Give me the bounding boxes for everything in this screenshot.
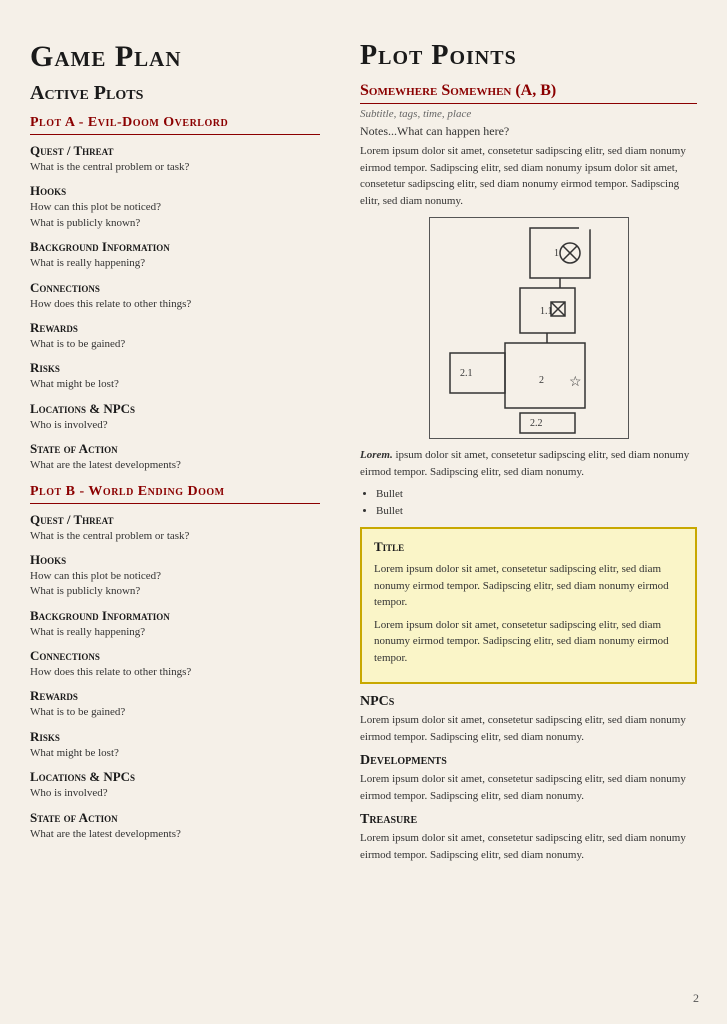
plot-a-item-3: Connections How does this relate to othe… [30,280,320,312]
svg-text:2.2: 2.2 [530,418,543,429]
map-container: 1 1.1 2 2.1 2.2 ☆ [429,217,629,439]
bullet-item-0: Bullet [376,486,697,503]
plot-b-body-6: Who is involved? [30,786,320,801]
svg-text:☆: ☆ [569,375,582,390]
plot-b-body-1: How can this plot be noticed?What is pub… [30,569,320,600]
plot-b-label-2: Background Information [30,608,320,624]
plot-a-label-2: Background Information [30,239,320,255]
plot-a-body-3: How does this relate to other things? [30,297,320,312]
callout-title: Title [374,539,683,555]
plot-b-label-7: State of Action [30,810,320,826]
plot-a-body-5: What might be lost? [30,377,320,392]
svg-text:2.1: 2.1 [460,368,473,379]
plot-b-item-7: State of Action What are the latest deve… [30,810,320,842]
plot-b-label-5: Risks [30,729,320,745]
caption-body: ipsum dolor sit amet, consetetur sadipsc… [360,449,689,478]
plot-b-item-1: Hooks How can this plot be noticed?What … [30,552,320,600]
plot-b-label-0: Quest / Threat [30,512,320,528]
map-svg: 1 1.1 2 2.1 2.2 ☆ [430,218,630,438]
plot-a-item-7: State of Action What are the latest deve… [30,441,320,473]
plot-a-item-4: Rewards What is to be gained? [30,320,320,352]
plot-a-body-4: What is to be gained? [30,337,320,352]
plot-a-item-0: Quest / Threat What is the central probl… [30,143,320,175]
location-title: Somewhere Somewhen (A, B) [360,82,697,104]
plot-b-body-7: What are the latest developments? [30,827,320,842]
left-column: Game Plan Active Plots Plot A - Evil-Doo… [30,40,340,984]
plot-a-item-6: Locations & NPCs Who is involved? [30,401,320,433]
npcs-section: NPCs Lorem ipsum dolor sit amet, consete… [360,694,697,745]
plot-b-item-5: Risks What might be lost? [30,729,320,761]
svg-text:1: 1 [554,248,559,259]
plot-b-label-6: Locations & NPCs [30,769,320,785]
callout-para-1: Lorem ipsum dolor sit amet, consetetur s… [374,561,683,611]
callout-box: Title Lorem ipsum dolor sit amet, conset… [360,527,697,684]
plot-a-label-5: Risks [30,360,320,376]
plot-b-body-5: What might be lost? [30,746,320,761]
plot-b-item-6: Locations & NPCs Who is involved? [30,769,320,801]
page: Game Plan Active Plots Plot A - Evil-Doo… [0,0,727,1024]
developments-label: Developments [360,753,697,769]
plot-b-label-1: Hooks [30,552,320,568]
location-subtitle: Subtitle, tags, time, place [360,108,697,120]
npcs-label: NPCs [360,694,697,710]
npcs-body: Lorem ipsum dolor sit amet, consetetur s… [360,712,697,745]
location-block: Somewhere Somewhen (A, B) Subtitle, tags… [360,82,697,209]
svg-text:2: 2 [539,375,544,386]
plot-a-body-1: How can this plot be noticed?What is pub… [30,200,320,231]
plot-b-item-0: Quest / Threat What is the central probl… [30,512,320,544]
plot-a-item-5: Risks What might be lost? [30,360,320,392]
plot-a-label-7: State of Action [30,441,320,457]
developments-section: Developments Lorem ipsum dolor sit amet,… [360,753,697,804]
plot-b-block: Plot B - World Ending Doom Quest / Threa… [30,484,320,843]
plot-b-item-3: Connections How does this relate to othe… [30,648,320,680]
location-body: Lorem ipsum dolor sit amet, consetetur s… [360,143,697,209]
plot-a-item-1: Hooks How can this plot be noticed?What … [30,183,320,231]
plot-b-body-2: What is really happening? [30,625,320,640]
treasure-section: Treasure Lorem ipsum dolor sit amet, con… [360,812,697,863]
plot-a-body-2: What is really happening? [30,256,320,271]
plot-points-title: Plot Points [360,40,697,72]
plot-a-label-4: Rewards [30,320,320,336]
plot-b-body-0: What is the central problem or task? [30,529,320,544]
developments-body: Lorem ipsum dolor sit amet, consetetur s… [360,771,697,804]
callout-para-2: Lorem ipsum dolor sit amet, consetetur s… [374,617,683,667]
map-caption: Lorem. ipsum dolor sit amet, consetetur … [360,447,697,480]
plot-a-label-3: Connections [30,280,320,296]
right-column: Plot Points Somewhere Somewhen (A, B) Su… [340,40,697,984]
plot-a-label-1: Hooks [30,183,320,199]
plot-b-body-3: How does this relate to other things? [30,665,320,680]
page-number: 2 [693,991,699,1006]
bullet-list: Bullet Bullet [376,486,697,519]
page-main-title: Game Plan [30,40,320,74]
plot-a-header: Plot A - Evil-Doom Overlord [30,115,320,135]
plot-a-item-2: Background Information What is really ha… [30,239,320,271]
active-plots-title: Active Plots [30,82,320,105]
bullet-item-1: Bullet [376,503,697,520]
plot-b-item-2: Background Information What is really ha… [30,608,320,640]
plot-b-body-4: What is to be gained? [30,705,320,720]
plot-b-label-4: Rewards [30,688,320,704]
caption-bold: Lorem. [360,449,393,461]
plot-b-header: Plot B - World Ending Doom [30,484,320,504]
treasure-label: Treasure [360,812,697,828]
plot-a-body-7: What are the latest developments? [30,458,320,473]
plot-a-body-0: What is the central problem or task? [30,160,320,175]
plot-a-label-0: Quest / Threat [30,143,320,159]
plot-b-label-3: Connections [30,648,320,664]
plot-a-label-6: Locations & NPCs [30,401,320,417]
plot-b-item-4: Rewards What is to be gained? [30,688,320,720]
plot-a-block: Plot A - Evil-Doom Overlord Quest / Thre… [30,115,320,474]
treasure-body: Lorem ipsum dolor sit amet, consetetur s… [360,830,697,863]
plot-a-body-6: Who is involved? [30,418,320,433]
location-notes: Notes...What can happen here? [360,124,697,139]
